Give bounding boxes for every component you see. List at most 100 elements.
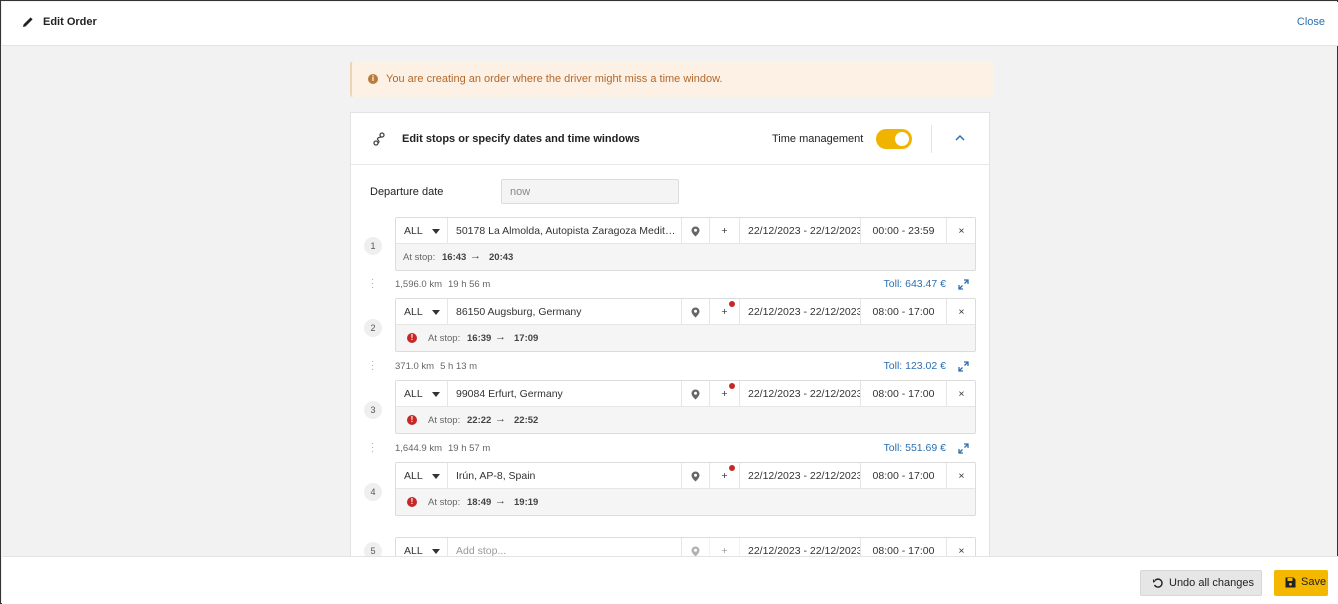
date-range-input[interactable]: 22/12/2023 - 22/12/2023 <box>740 218 861 244</box>
close-icon[interactable]: × <box>947 299 976 325</box>
stop-address-input[interactable]: 86150 Augsburg, Germany <box>448 299 682 325</box>
card-title: Edit stops or specify dates and time win… <box>402 133 640 145</box>
stop-2: ALL 86150 Augsburg, Germany +22/12/2023 - … <box>395 298 976 352</box>
segment-summary: 1,644.9 km 19 h 57 m <box>395 443 490 454</box>
map-pin-icon[interactable] <box>682 463 710 489</box>
at-stop-row: ! At stop: 22:22 → 22:52 <box>396 407 975 433</box>
segment-distance: 371.0 km <box>395 361 435 372</box>
add-stop-input[interactable]: Add stop... <box>448 538 682 558</box>
arrow-right-icon: → <box>495 495 506 507</box>
stop-3: ALL 99084 Erfurt, Germany +22/12/2023 - 22… <box>395 380 976 434</box>
map-pin-icon[interactable] <box>682 381 710 407</box>
error-icon: ! <box>407 333 417 343</box>
segment-duration: 5 h 13 m <box>440 361 478 372</box>
time-window-input[interactable]: 08:00 - 17:00 <box>861 381 947 407</box>
stop-type-select[interactable]: ALL <box>396 538 448 558</box>
dialog-header: Edit Order Close <box>2 2 1338 46</box>
stop-address-input[interactable]: Irún, AP-8, Spain <box>448 463 682 489</box>
time-window-input[interactable]: 08:00 - 17:00 <box>861 299 947 325</box>
arrival-time: 16:39 <box>467 333 492 344</box>
expand-icon[interactable] <box>958 361 969 372</box>
segment-summary: 1,596.0 km 19 h 56 m <box>395 279 490 290</box>
segment-toll[interactable]: Toll: 123.02 € <box>884 360 946 372</box>
stop-1: ALL 50178 La Almolda, Autopista Zaragoza … <box>395 217 976 271</box>
vertical-dots-icon: · · · <box>371 438 375 457</box>
close-icon[interactable]: × <box>947 218 976 244</box>
stop-type-select[interactable]: ALL <box>396 299 448 325</box>
save-button[interactable]: Save <box>1274 570 1328 596</box>
plus-icon[interactable]: + <box>710 218 740 244</box>
stops-card: Edit stops or specify dates and time win… <box>350 112 990 558</box>
map-pin-icon[interactable] <box>682 299 710 325</box>
stop-type-select[interactable]: ALL <box>396 218 448 244</box>
error-icon: ! <box>407 415 417 425</box>
segment-toll[interactable]: Toll: 643.47 € <box>884 278 946 290</box>
at-stop-row: ! At stop: 16:39 → 17:09 <box>396 325 975 351</box>
route-segment: · · · 1,644.9 km 19 h 57 m Toll: 551.69 € <box>351 438 989 457</box>
close-link[interactable]: Close <box>1297 16 1325 28</box>
time-window-input[interactable]: 08:00 - 17:00 <box>861 463 947 489</box>
close-icon[interactable]: × <box>947 381 976 407</box>
departure-time: 19:19 <box>514 497 539 508</box>
time-management-label: Time management <box>772 133 864 145</box>
departure-time: 17:09 <box>514 333 539 344</box>
save-label: Save <box>1301 576 1327 588</box>
stop-type-select[interactable]: ALL <box>396 463 448 489</box>
stop-number: 1 <box>364 237 382 255</box>
stop-address-input[interactable]: 99084 Erfurt, Germany <box>448 381 682 407</box>
stop-input-row: ALL Add stop... +22/12/2023 - 22/12/2023 08… <box>396 538 975 558</box>
map-pin-icon[interactable] <box>682 218 710 244</box>
plus-icon[interactable]: + <box>710 381 740 407</box>
date-range-input[interactable]: 22/12/2023 - 22/12/2023 <box>740 299 861 325</box>
pencil-icon <box>23 17 33 27</box>
new-stop: ALL Add stop... +22/12/2023 - 22/12/2023 08… <box>395 537 976 558</box>
segment-distance: 1,644.9 km <box>395 443 442 454</box>
plus-icon[interactable]: + <box>710 538 740 558</box>
stop-number: 3 <box>364 401 382 419</box>
plus-icon[interactable]: + <box>710 463 740 489</box>
stop-4: ALL Irún, AP-8, Spain +22/12/2023 - 22/12/… <box>395 462 976 516</box>
route-segment: · · · 1,596.0 km 19 h 56 m Toll: 643.47 € <box>351 274 989 293</box>
close-icon[interactable]: × <box>947 538 976 558</box>
stop-type-value: ALL <box>404 470 423 482</box>
at-stop-label: At stop: <box>428 497 461 508</box>
expand-icon[interactable] <box>958 443 969 454</box>
stop-input-row: ALL 99084 Erfurt, Germany +22/12/2023 - 22… <box>396 381 975 407</box>
header-divider <box>931 125 932 153</box>
segment-toll[interactable]: Toll: 551.69 € <box>884 442 946 454</box>
card-header: Edit stops or specify dates and time win… <box>351 113 989 165</box>
alert-message: You are creating an order where the driv… <box>386 73 723 85</box>
stop-type-select[interactable]: ALL <box>396 381 448 407</box>
caret-down-icon <box>432 549 440 554</box>
caret-down-icon <box>432 392 440 397</box>
caret-down-icon <box>432 229 440 234</box>
close-icon[interactable]: × <box>947 463 976 489</box>
expand-icon[interactable] <box>958 279 969 290</box>
stop-input-row: ALL Irún, AP-8, Spain +22/12/2023 - 22/12/… <box>396 463 975 489</box>
time-window-input[interactable]: 08:00 - 17:00 <box>861 538 947 558</box>
warning-dot <box>729 301 735 307</box>
departure-time: 22:52 <box>514 415 539 426</box>
segment-summary: 371.0 km 5 h 13 m <box>395 361 477 372</box>
date-range-input[interactable]: 22/12/2023 - 22/12/2023 <box>740 538 861 558</box>
vertical-dots-icon: · · · <box>371 356 375 375</box>
time-window-input[interactable]: 00:00 - 23:59 <box>861 218 947 244</box>
stop-number: 4 <box>364 483 382 501</box>
warning-dot <box>729 383 735 389</box>
departure-date-input[interactable] <box>501 179 679 204</box>
arrow-right-icon: → <box>495 331 506 343</box>
plus-icon[interactable]: + <box>710 299 740 325</box>
map-pin-icon[interactable] <box>682 538 710 558</box>
date-range-input[interactable]: 22/12/2023 - 22/12/2023 <box>740 463 861 489</box>
undo-label: Undo all changes <box>1169 577 1255 589</box>
vertical-dots-icon: · · · <box>371 274 375 293</box>
time-management-toggle[interactable] <box>876 129 912 149</box>
chevron-up-icon[interactable] <box>954 133 966 143</box>
at-stop-row: At stop: 16:43 → 20:43 <box>396 244 975 270</box>
segment-duration: 19 h 56 m <box>448 279 491 290</box>
stop-address-input[interactable]: 50178 La Almolda, Autopista Zaragoza Med… <box>448 218 682 244</box>
undo-all-changes-button[interactable]: Undo all changes <box>1140 570 1262 596</box>
stop-number: 2 <box>364 319 382 337</box>
date-range-input[interactable]: 22/12/2023 - 22/12/2023 <box>740 381 861 407</box>
departure-time: 20:43 <box>489 252 514 263</box>
